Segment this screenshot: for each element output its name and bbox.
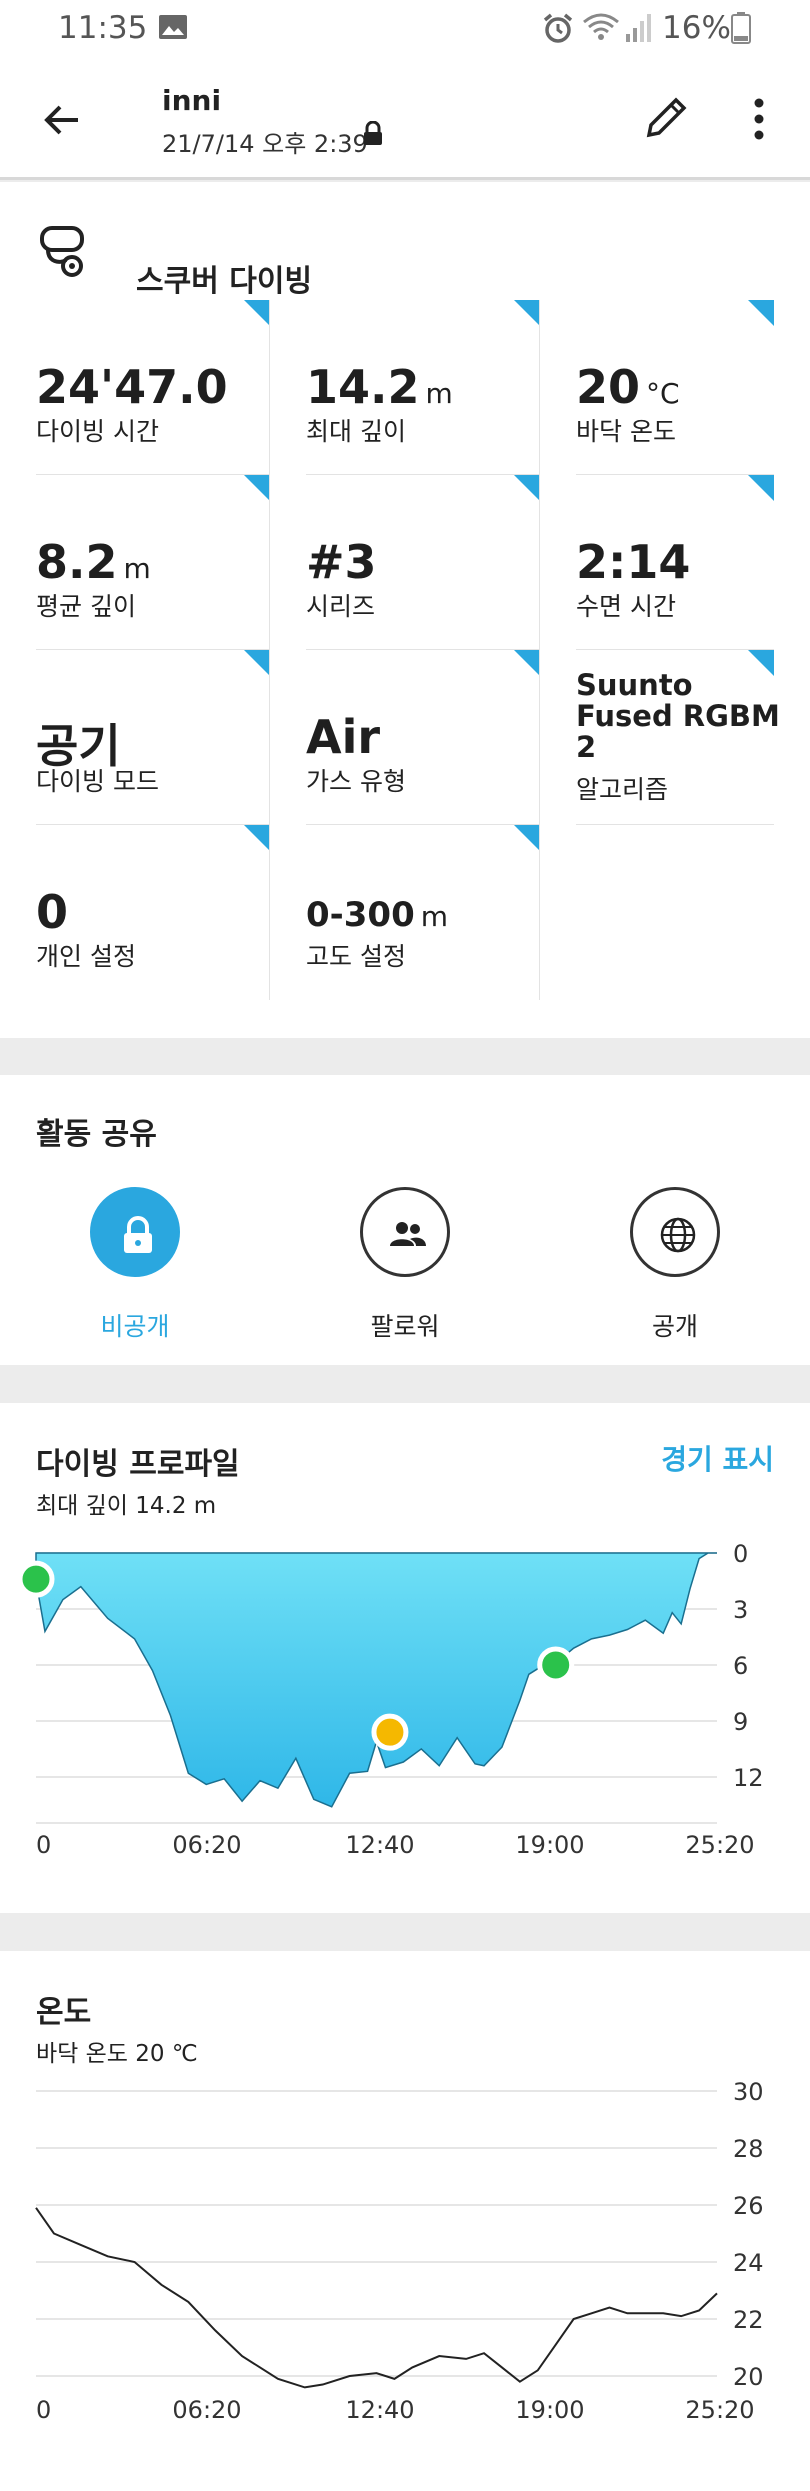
activity-type-label: 스쿠버 다이빙 (136, 264, 313, 299)
back-arrow-icon[interactable] (38, 96, 86, 144)
corner-marker (514, 650, 540, 676)
battery-icon (731, 12, 751, 48)
x-tick-label: 25:20 (685, 1831, 754, 1859)
temperature-line (35, 2207, 718, 2389)
corner-marker (244, 650, 270, 676)
share-followers-button[interactable] (360, 1187, 450, 1277)
lock-icon (124, 1216, 152, 1253)
corner-marker (244, 475, 270, 501)
stat-personal-setting[interactable]: 0 개인 설정 (0, 825, 270, 1000)
x-tick-label: 19:00 (515, 1831, 584, 1859)
stat-avg-depth[interactable]: 8.2 m 평균 깊이 (0, 475, 270, 650)
corner-marker (244, 825, 270, 851)
share-followers-option[interactable]: 팔로워 (305, 1187, 505, 1341)
corner-marker (514, 475, 540, 501)
more-vert-icon[interactable] (744, 94, 774, 144)
stat-dive-time[interactable]: 24'47.0 다이빙 시간 (0, 300, 270, 475)
y-tick-label: 0 (733, 1540, 748, 1568)
share-public-option[interactable]: 공개 (575, 1187, 775, 1341)
depth-chart: 0 3 6 9 12 0 06:20 12:40 19:00 25:20 (17, 1540, 764, 1859)
stats-card: 스쿠버 다이빙 24'47.0 다이빙 시간 14.2 m 최대 깊이 20 °C … (0, 182, 810, 1038)
gallery-icon (158, 14, 188, 44)
status-bar: 11:35 16% (0, 0, 810, 56)
y-tick-label: 9 (733, 1708, 748, 1736)
event-marker (17, 1560, 55, 1598)
temperature-card: 온도 바닥 온도 20 ℃ 30 28 26 24 22 20 0 06:20 12:40 19:… (0, 1951, 810, 2491)
y-tick-label: 28 (733, 2135, 764, 2163)
corner-marker (244, 300, 270, 326)
stat-bottom-temp[interactable]: 20 °C 바닥 온도 (540, 300, 810, 475)
share-private-option[interactable]: 비공개 (35, 1187, 235, 1341)
y-tick-label: 12 (733, 1764, 764, 1792)
scuba-mask-icon (36, 222, 96, 282)
x-tick-label: 06:20 (172, 2396, 241, 2424)
y-tick-label: 22 (733, 2306, 764, 2334)
wifi-icon (582, 10, 620, 48)
edit-pencil-icon[interactable] (640, 90, 694, 144)
temperature-title: 온도 (36, 1995, 92, 2030)
corner-marker (748, 475, 774, 501)
profile-subtitle: 최대 깊이 14.2 m (36, 1493, 217, 1519)
y-tick-label: 24 (733, 2249, 764, 2277)
activity-title: inni (162, 84, 222, 117)
share-private-button[interactable] (90, 1187, 180, 1277)
dive-profile-card: 다이빙 프로파일 경기 표시 최대 깊이 14.2 m 0 3 6 9 12 0 06:20… (0, 1403, 810, 1913)
y-tick-label: 30 (733, 2078, 764, 2106)
y-tick-label: 6 (733, 1652, 748, 1680)
x-tick-label: 19:00 (515, 2396, 584, 2424)
temperature-chart: 30 28 26 24 22 20 0 06:20 12:40 19:00 25:20 (35, 2078, 764, 2424)
sharing-card: 활동 공유 비공개 팔로워 공개 (0, 1075, 810, 1365)
status-time: 11:35 (58, 10, 148, 46)
battery-percent: 16% (662, 10, 731, 46)
app-bar: inni 21/7/14 오후 2:39 (0, 56, 810, 180)
event-marker (371, 1713, 409, 1751)
x-tick-label: 12:40 (345, 2396, 414, 2424)
stat-max-depth[interactable]: 14.2 m 최대 깊이 (270, 300, 540, 475)
corner-marker (514, 300, 540, 326)
y-tick-label: 26 (733, 2192, 764, 2220)
show-race-link[interactable]: 경기 표시 (661, 1438, 774, 1478)
event-marker (537, 1646, 575, 1684)
profile-title: 다이빙 프로파일 (36, 1447, 240, 1482)
signal-icon (624, 12, 654, 48)
x-tick-label: 0 (36, 1831, 51, 1859)
temperature-subtitle: 바닥 온도 20 ℃ (36, 2041, 198, 2067)
y-tick-label: 20 (733, 2363, 764, 2391)
stat-altitude-setting[interactable]: 0-300 m 고도 설정 (270, 825, 540, 1000)
activity-date: 21/7/14 오후 2:39 (162, 130, 368, 158)
stat-surface-time[interactable]: 2:14 수면 시간 (540, 475, 810, 650)
stat-dive-mode[interactable]: 공기 다이빙 모드 (0, 650, 270, 825)
x-tick-label: 06:20 (172, 1831, 241, 1859)
stat-series[interactable]: #3 시리즈 (270, 475, 540, 650)
depth-area (35, 1552, 717, 1808)
stat-algorithm[interactable]: Suunto Fused RGBM 2 알고리즘 (540, 650, 810, 825)
corner-marker (748, 300, 774, 326)
x-tick-label: 0 (36, 2396, 51, 2424)
y-tick-label: 3 (733, 1596, 748, 1624)
people-icon (390, 1222, 426, 1246)
corner-marker (514, 825, 540, 851)
globe-icon (660, 1217, 696, 1253)
sharing-title: 활동 공유 (36, 1117, 157, 1152)
private-lock-icon (362, 120, 384, 151)
x-tick-label: 12:40 (345, 1831, 414, 1859)
stat-gas-type[interactable]: Air 가스 유형 (270, 650, 540, 825)
share-public-button[interactable] (630, 1187, 720, 1277)
x-tick-label: 25:20 (685, 2396, 754, 2424)
alarm-icon (541, 12, 575, 50)
